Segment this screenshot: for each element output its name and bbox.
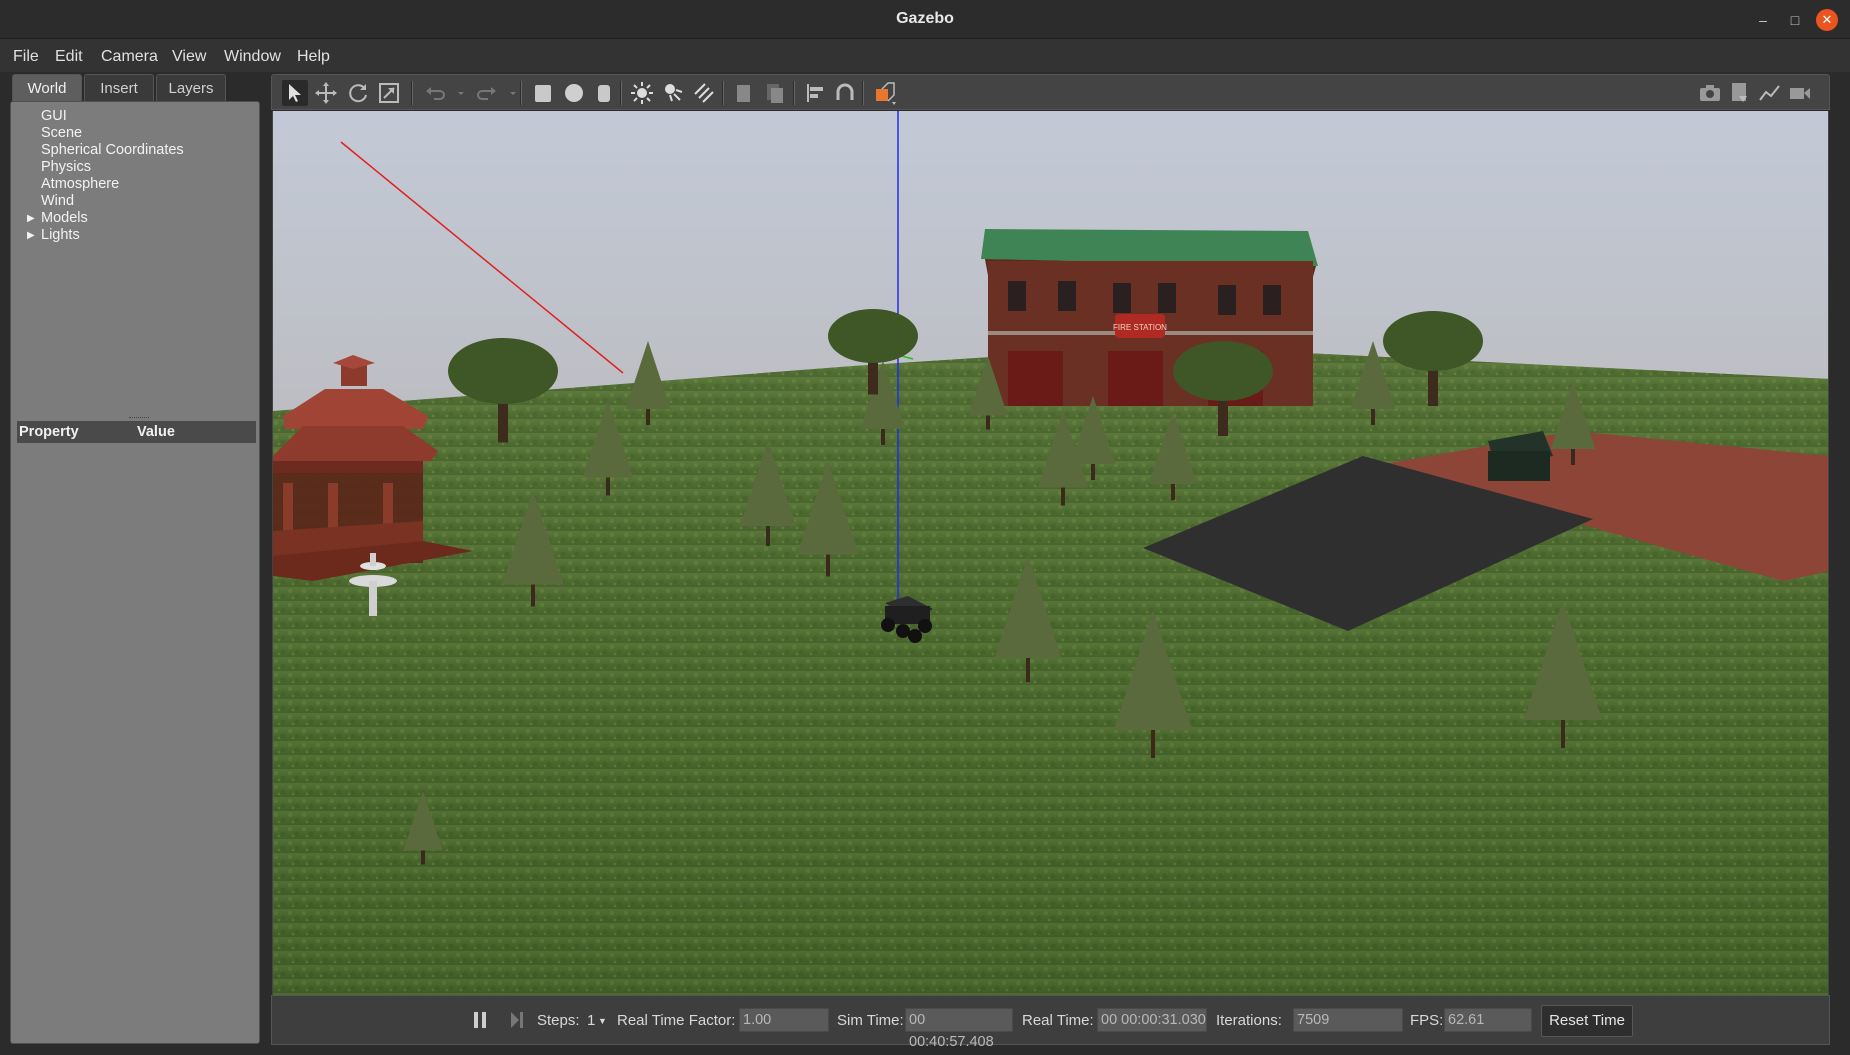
tree-item-lights[interactable]: Lights	[41, 227, 80, 243]
window-title: Gazebo	[896, 10, 954, 27]
menu-window[interactable]: Window	[224, 48, 281, 66]
rtf-field: 1.00	[739, 1008, 829, 1032]
toolbar-separator	[862, 81, 864, 105]
toolbar-separator	[793, 81, 795, 105]
tree-item-wind[interactable]: Wind	[41, 193, 74, 209]
menu-camera[interactable]: Camera	[101, 48, 158, 66]
title-bar: Gazebo – □ ✕	[0, 0, 1850, 39]
fps-field: 62.61	[1444, 1008, 1532, 1032]
rotate-icon[interactable]	[345, 80, 371, 106]
tree-item-physics[interactable]: Physics	[41, 159, 91, 175]
expand-arrow-icon[interactable]: ▶	[27, 230, 35, 241]
step-icon[interactable]	[509, 1011, 525, 1029]
toolbar-separator	[520, 81, 522, 105]
tab-world[interactable]: World	[12, 74, 82, 102]
menu-view[interactable]: View	[172, 48, 206, 66]
sim-time-field: 00 00:40:57.408	[905, 1008, 1013, 1050]
close-icon[interactable]: ✕	[1816, 9, 1838, 31]
maximize-icon[interactable]: □	[1784, 9, 1806, 31]
tree-item-scene[interactable]: Scene	[41, 125, 82, 141]
toolbar-separator	[620, 81, 622, 105]
view-angle-icon[interactable]	[872, 80, 898, 106]
minimize-icon[interactable]: –	[1752, 9, 1774, 31]
undo-icon[interactable]	[422, 80, 448, 106]
redo-icon[interactable]	[474, 80, 500, 106]
tab-insert[interactable]: Insert	[84, 74, 154, 102]
fire-station-sign: FIRE STATION	[1113, 323, 1167, 332]
snap-icon[interactable]	[832, 80, 858, 106]
steps-label: Steps:	[537, 1012, 580, 1029]
undo-dropdown-icon[interactable]	[448, 80, 464, 106]
redo-dropdown-icon[interactable]	[500, 80, 516, 106]
world-panel: GUI Scene Spherical Coordinates Physics …	[10, 101, 260, 1044]
tab-layers[interactable]: Layers	[156, 74, 226, 102]
point-light-icon[interactable]	[629, 80, 655, 106]
screenshot-icon[interactable]	[1697, 80, 1723, 106]
box-icon[interactable]	[530, 80, 556, 106]
property-column-header: Property	[19, 424, 79, 440]
reset-time-button[interactable]: Reset Time	[1541, 1005, 1633, 1037]
steps-spinner-icon[interactable]: ▼	[598, 1016, 607, 1026]
spot-light-icon[interactable]	[660, 80, 686, 106]
menu-file[interactable]: File	[13, 48, 39, 66]
translate-icon[interactable]	[313, 80, 339, 106]
panel-splitter[interactable]	[129, 417, 149, 419]
record-icon[interactable]	[1787, 80, 1813, 106]
copy-icon[interactable]	[731, 80, 757, 106]
scene-toolbar	[271, 74, 1830, 110]
3d-viewport[interactable]: FIRE STATION	[272, 111, 1829, 995]
fps-label: FPS:	[1410, 1012, 1444, 1029]
cylinder-icon[interactable]	[591, 80, 617, 106]
select-icon[interactable]	[282, 80, 308, 106]
log-icon[interactable]	[1727, 80, 1753, 106]
pause-icon[interactable]	[472, 1011, 488, 1029]
property-table-header: Property Value	[17, 421, 256, 443]
scene-render[interactable]: FIRE STATION	[273, 111, 1829, 995]
menu-help[interactable]: Help	[297, 48, 330, 66]
expand-arrow-icon[interactable]: ▶	[27, 213, 35, 224]
real-time-label: Real Time:	[1022, 1012, 1094, 1029]
tree-item-atmosphere[interactable]: Atmosphere	[41, 176, 119, 192]
value-column-header: Value	[137, 424, 175, 440]
toolbar-separator	[722, 81, 724, 105]
directional-light-icon[interactable]	[691, 80, 717, 106]
tree-item-spherical-coordinates[interactable]: Spherical Coordinates	[41, 142, 184, 158]
real-time-field: 00 00:00:31.030	[1097, 1008, 1207, 1032]
paste-icon[interactable]	[762, 80, 788, 106]
sphere-icon[interactable]	[561, 80, 587, 106]
menu-edit[interactable]: Edit	[55, 48, 83, 66]
steps-value[interactable]: 1	[587, 1012, 595, 1029]
sim-time-label: Sim Time:	[837, 1012, 904, 1029]
rtf-label: Real Time Factor:	[617, 1012, 736, 1029]
iterations-field: 7509	[1293, 1008, 1403, 1032]
tree-item-gui[interactable]: GUI	[41, 108, 67, 124]
iterations-label: Iterations:	[1216, 1012, 1282, 1029]
tree-item-models[interactable]: Models	[41, 210, 88, 226]
status-bar: Steps: 1 ▼ Real Time Factor: 1.00 Sim Ti…	[271, 995, 1830, 1050]
scale-icon[interactable]	[376, 80, 402, 106]
plot-icon[interactable]	[1757, 80, 1783, 106]
toolbar-separator	[411, 81, 413, 105]
align-icon[interactable]	[802, 80, 828, 106]
menu-bar: File Edit Camera View Window Help	[0, 39, 1850, 72]
